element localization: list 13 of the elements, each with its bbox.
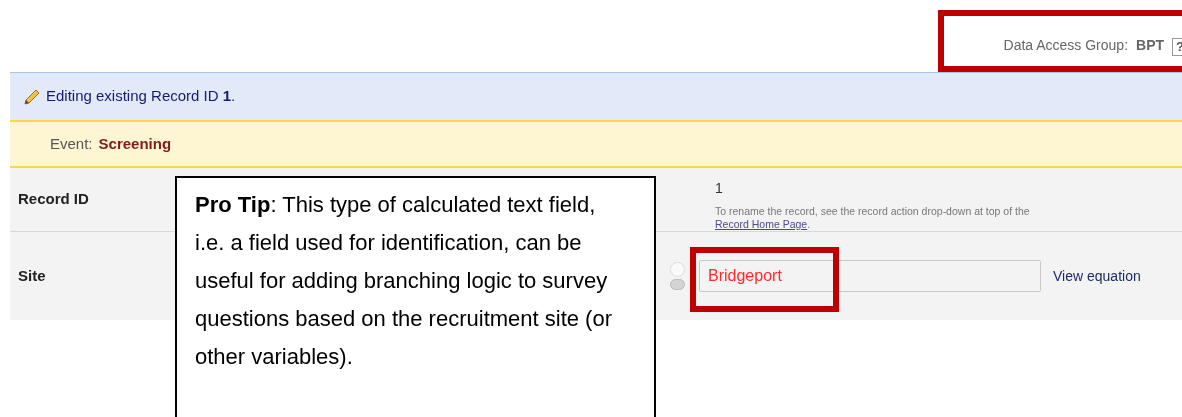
event-label: Event:: [50, 133, 93, 154]
pro-tip-text: Pro Tip: This type of calculated text field, i.e. a field used for identification, can be useful for adding branching logic to survey questions based on the recruitment site (or other variables).: [195, 191, 613, 371]
view-equation-link[interactable]: View equation: [1053, 265, 1141, 287]
dag-value: BPT: [1136, 36, 1165, 55]
editing-message: Editing existing Record ID 1.: [46, 86, 236, 107]
history-icon[interactable]: [670, 262, 685, 277]
field-label: Site: [18, 265, 46, 286]
record-id-value: 1: [715, 179, 724, 198]
event-name: Screening: [98, 133, 172, 154]
rename-note: To rename the record, see the record action drop-down at top of the Record Home Page.: [715, 205, 1031, 231]
dag-label: Data Access Group:: [1003, 36, 1129, 55]
field-label: Record ID: [18, 189, 89, 210]
comment-icon[interactable]: [670, 279, 685, 290]
